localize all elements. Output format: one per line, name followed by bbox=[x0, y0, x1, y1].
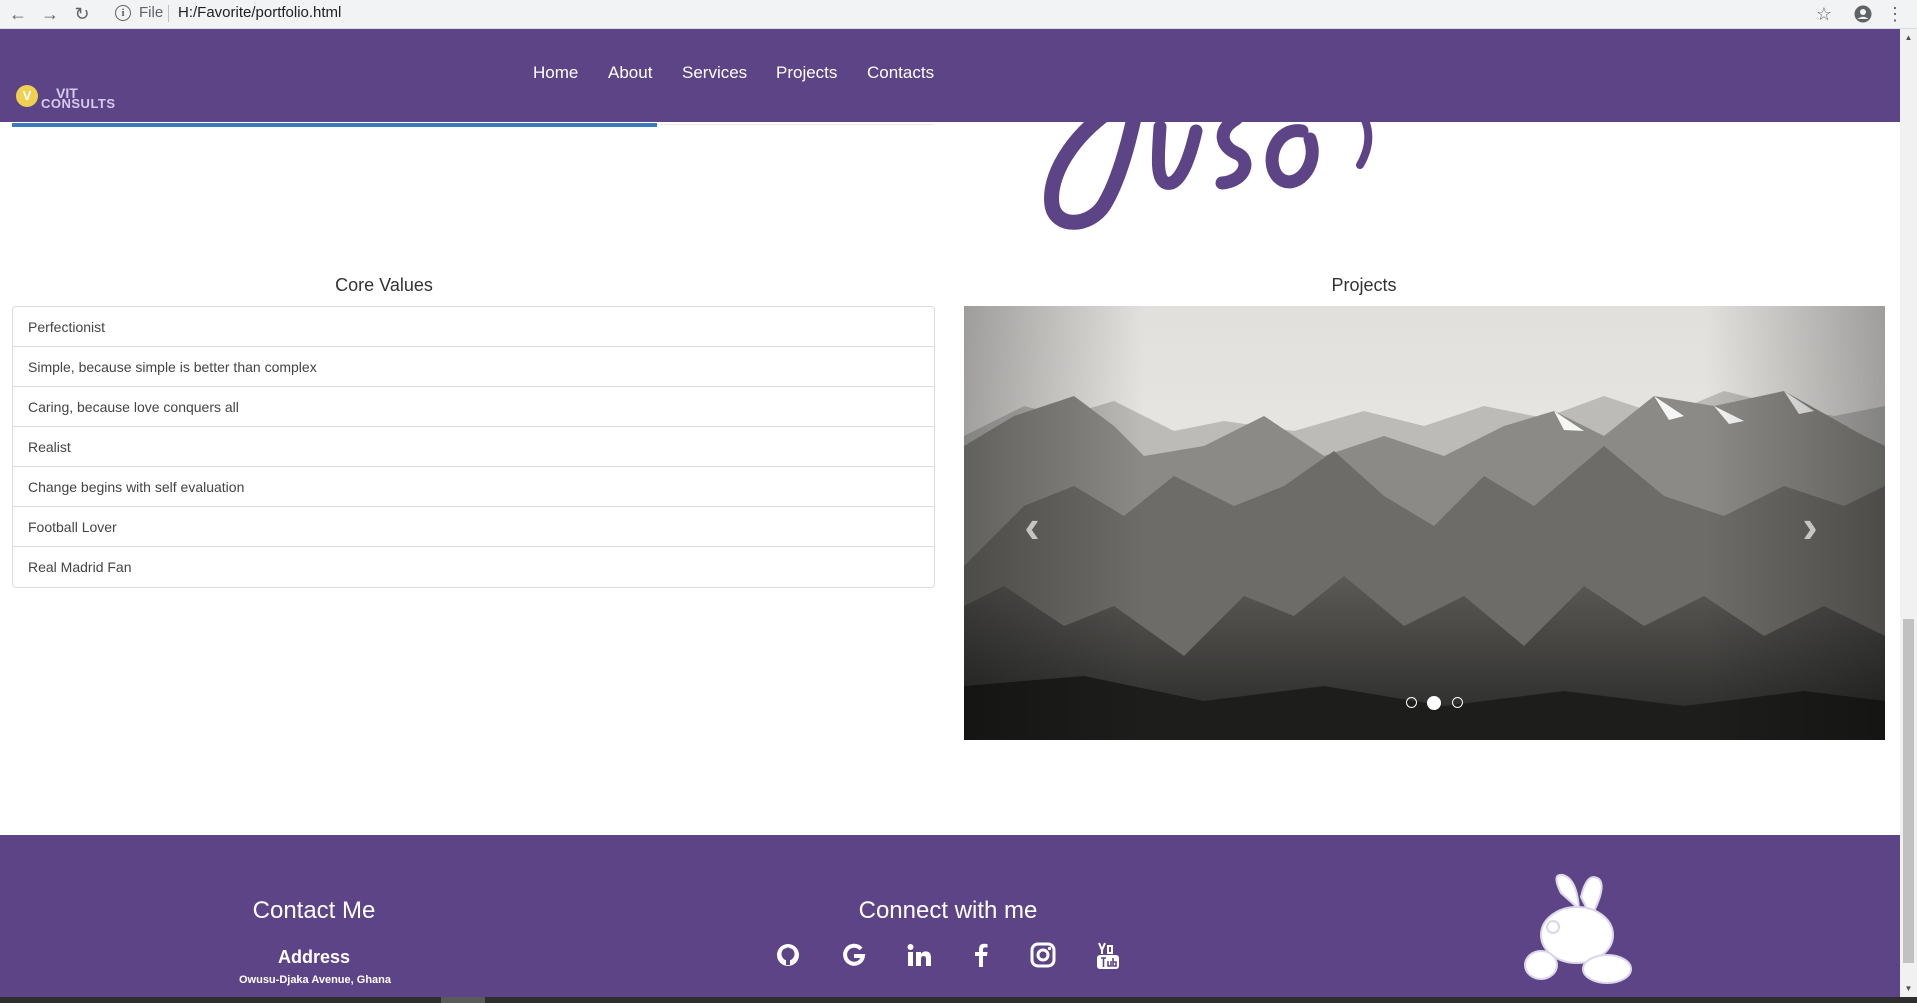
browser-toolbar: ← → ↻ i File H:/Favorite/portfolio.html … bbox=[0, 0, 1917, 29]
taskbar-edge-segment bbox=[441, 997, 485, 1003]
list-item: Football Lover bbox=[13, 507, 934, 547]
carousel-indicator-active[interactable] bbox=[1427, 695, 1442, 710]
list-item: Caring, because love conquers all bbox=[13, 387, 934, 427]
google-icon bbox=[843, 943, 866, 966]
section-divider-rule bbox=[657, 124, 934, 125]
list-item: Perfectionist bbox=[13, 307, 934, 347]
account-icon bbox=[1854, 5, 1872, 23]
github-link[interactable] bbox=[774, 941, 802, 971]
address-bar[interactable]: i File H:/Favorite/portfolio.html bbox=[107, 1, 1819, 27]
browser-menu-button[interactable]: ⋮ bbox=[1883, 2, 1907, 26]
youtube-icon bbox=[1097, 942, 1119, 969]
address-separator bbox=[168, 5, 169, 22]
address-value: Owusu-Djaka Avenue, Ghana bbox=[238, 974, 391, 986]
url-text[interactable]: H:/Favorite/portfolio.html bbox=[178, 4, 341, 21]
instagram-link[interactable] bbox=[1029, 941, 1057, 971]
core-values-list: Perfectionist Simple, because simple is … bbox=[12, 306, 935, 588]
section-divider bbox=[12, 123, 657, 127]
bookmark-button[interactable]: ☆ bbox=[1812, 2, 1836, 26]
chevron-right-icon: › bbox=[1802, 500, 1818, 552]
projects-title: Projects bbox=[1331, 275, 1397, 295]
carousel-prev-button[interactable]: ‹ bbox=[1012, 503, 1052, 549]
rabbit-icon bbox=[1524, 873, 1632, 984]
linkedin-link[interactable] bbox=[905, 941, 933, 971]
youtube-link[interactable] bbox=[1094, 941, 1122, 971]
chevron-left-icon: ‹ bbox=[1024, 500, 1040, 552]
rabbit-mascot bbox=[1521, 873, 1641, 993]
instagram-icon bbox=[1030, 942, 1056, 968]
list-item: Change begins with self evaluation bbox=[13, 467, 934, 507]
contact-me-title: Contact Me bbox=[252, 897, 376, 924]
projects-carousel[interactable]: ‹ › bbox=[964, 306, 1885, 740]
taskbar-edge bbox=[0, 997, 1917, 1003]
scroll-up-icon[interactable]: ▲ bbox=[1900, 29, 1917, 46]
arrow-left-icon: ← bbox=[9, 4, 27, 24]
top-navbar: V VIT CONSULTS Home About Services Proje… bbox=[0, 29, 1900, 122]
forward-button[interactable]: → bbox=[38, 2, 62, 26]
vertical-scrollbar[interactable]: ▲ ▼ bbox=[1900, 29, 1917, 997]
url-scheme-label: File bbox=[139, 4, 164, 21]
star-icon: ☆ bbox=[1815, 4, 1833, 24]
nav-link-about[interactable]: About bbox=[608, 63, 652, 83]
core-values-title: Core Values bbox=[335, 275, 433, 295]
scroll-down-icon[interactable]: ▼ bbox=[1900, 980, 1917, 997]
list-item: Realist bbox=[13, 427, 934, 467]
reload-button[interactable]: ↻ bbox=[70, 2, 94, 26]
carousel-next-button[interactable]: › bbox=[1790, 503, 1830, 549]
carousel-indicator[interactable] bbox=[1451, 697, 1463, 709]
connect-title: Connect with me bbox=[858, 897, 1038, 924]
facebook-link[interactable] bbox=[967, 941, 995, 971]
footer: Contact Me Address Owusu-Djaka Avenue, G… bbox=[0, 835, 1900, 997]
account-button[interactable] bbox=[1851, 2, 1875, 26]
logo-mark-icon: V bbox=[16, 85, 38, 107]
mountain-slide-image bbox=[964, 306, 1885, 740]
linkedin-icon bbox=[907, 944, 931, 966]
carousel-indicator[interactable] bbox=[1406, 697, 1417, 709]
nav-link-services[interactable]: Services bbox=[682, 63, 747, 83]
back-button[interactable]: ← bbox=[6, 2, 30, 26]
nav-link-projects[interactable]: Projects bbox=[776, 63, 837, 83]
github-icon bbox=[777, 944, 799, 966]
arrow-right-icon: → bbox=[41, 4, 59, 24]
page-viewport: V VIT CONSULTS Home About Services Proje… bbox=[0, 29, 1900, 997]
info-icon[interactable]: i bbox=[115, 5, 131, 21]
nav-link-contacts[interactable]: Contacts bbox=[867, 63, 934, 83]
logo-text-line2: CONSULTS bbox=[41, 96, 116, 111]
google-link[interactable] bbox=[840, 941, 868, 971]
brand-logo[interactable]: V VIT CONSULTS bbox=[16, 85, 115, 115]
facebook-icon bbox=[975, 943, 988, 967]
scrollbar-thumb[interactable] bbox=[1903, 619, 1914, 963]
list-item: Real Madrid Fan bbox=[28, 559, 132, 575]
list-item: Simple, because simple is better than co… bbox=[13, 347, 934, 387]
reload-icon: ↻ bbox=[74, 4, 90, 24]
address-label: Address bbox=[277, 947, 351, 967]
carousel-indicators bbox=[1403, 694, 1466, 710]
nav-link-home[interactable]: Home bbox=[533, 63, 578, 83]
kebab-menu-icon: ⋮ bbox=[1886, 4, 1904, 24]
